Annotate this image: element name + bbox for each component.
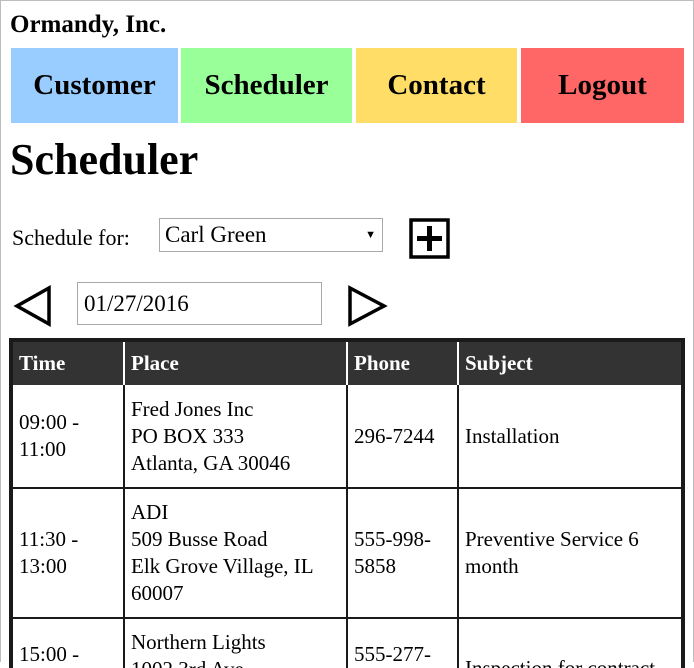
schedule-for-label: Schedule for: xyxy=(12,225,130,250)
triangle-right-icon xyxy=(348,285,388,327)
table-header-row: Time Place Phone Subject xyxy=(13,342,681,385)
cell-time: 11:30 - 13:00 xyxy=(13,488,125,619)
date-input[interactable] xyxy=(77,282,322,325)
cell-phone: 555-277- xyxy=(347,618,459,668)
schedule-table: Time Place Phone Subject 09:00 - 11:00 F… xyxy=(13,342,681,668)
table-row[interactable]: 15:00 - Northern Lights 1002 3rd Ave 555… xyxy=(13,618,681,668)
dropdown-caret-icon: ▼ xyxy=(365,229,376,241)
cell-place: Northern Lights 1002 3rd Ave xyxy=(124,618,348,668)
table-row[interactable]: 09:00 - 11:00 Fred Jones Inc PO BOX 333 … xyxy=(13,385,681,489)
header-phone: Phone xyxy=(347,342,459,385)
nav-contact-button[interactable]: Contact xyxy=(356,48,517,123)
header-place: Place xyxy=(124,342,348,385)
cell-place: Fred Jones Inc PO BOX 333 Atlanta, GA 30… xyxy=(124,385,348,489)
nav-logout-button[interactable]: Logout xyxy=(521,48,684,123)
cell-phone: 296-7244 xyxy=(347,385,459,489)
page-title: Scheduler xyxy=(10,135,199,184)
schedule-for-select[interactable]: Carl Green ▼ xyxy=(159,218,383,252)
cell-place: ADI 509 Busse Road Elk Grove Village, IL… xyxy=(124,488,348,619)
header-time: Time xyxy=(13,342,125,385)
previous-day-button[interactable] xyxy=(13,285,53,327)
next-day-button[interactable] xyxy=(346,285,388,327)
table-row[interactable]: 11:30 - 13:00 ADI 509 Busse Road Elk Gro… xyxy=(13,488,681,619)
header-subject: Subject xyxy=(458,342,681,385)
schedule-table-container: Time Place Phone Subject 09:00 - 11:00 F… xyxy=(9,338,685,668)
cell-subject: Preventive Service 6 month xyxy=(458,488,681,619)
nav-customer-button[interactable]: Customer xyxy=(11,48,178,123)
schedule-for-selected-value: Carl Green xyxy=(165,222,267,247)
cell-time: 15:00 - xyxy=(13,618,125,668)
triangle-left-icon xyxy=(13,285,51,327)
cell-phone: 555-998-5858 xyxy=(347,488,459,619)
nav-scheduler-button[interactable]: Scheduler xyxy=(181,48,352,123)
cell-subject: Installation xyxy=(458,385,681,489)
brand-title: Ormandy, Inc. xyxy=(10,11,167,38)
add-appointment-button[interactable] xyxy=(409,218,450,259)
cell-time: 09:00 - 11:00 xyxy=(13,385,125,489)
cell-subject: Inspection for contract xyxy=(458,618,681,668)
